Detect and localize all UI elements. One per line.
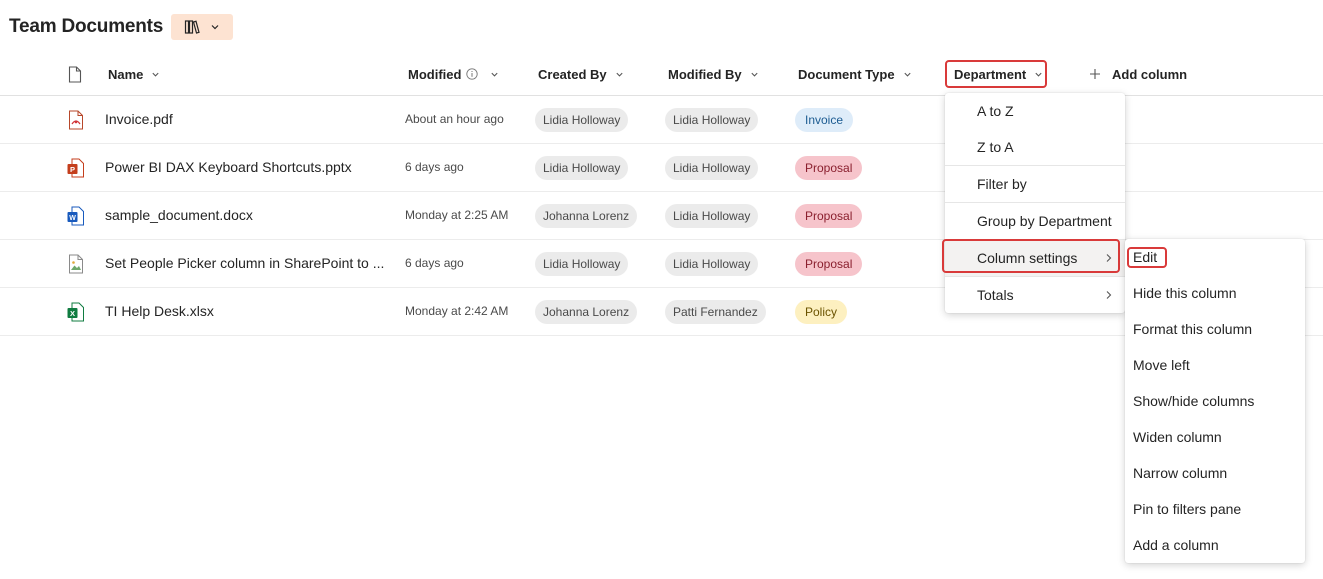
modified-value: 6 days ago xyxy=(405,256,464,270)
created-by-persona[interactable]: Johanna Lorenz xyxy=(535,204,638,228)
add-column-button[interactable]: Add column xyxy=(1089,58,1187,90)
column-settings-label: Column settings xyxy=(977,250,1078,266)
document-type-pill: Invoice xyxy=(795,108,854,132)
modified-value: 6 days ago xyxy=(405,160,464,174)
menu-item-column-settings[interactable]: Column settings xyxy=(945,240,1125,276)
column-context-menu: A to Z Z to A Filter by Group by Departm… xyxy=(945,93,1125,313)
menu-item-filter-by[interactable]: Filter by xyxy=(945,166,1125,202)
info-icon xyxy=(466,68,479,80)
menu-item-group-by-department[interactable]: Group by Department xyxy=(945,203,1125,239)
file-type-column-header[interactable] xyxy=(68,58,82,90)
totals-label: Totals xyxy=(977,287,1014,303)
word-file-icon: W xyxy=(67,206,84,226)
plus-icon xyxy=(1090,69,1100,79)
file-name[interactable]: Invoice.pdf xyxy=(105,111,173,127)
file-name[interactable]: Power BI DAX Keyboard Shortcuts.pptx xyxy=(105,159,352,175)
chevron-down-icon xyxy=(1035,72,1042,77)
library-title: Team Documents xyxy=(9,16,164,37)
chevron-right-icon xyxy=(1106,254,1112,262)
svg-text:X: X xyxy=(70,309,75,318)
chevron-down-icon xyxy=(211,25,219,30)
created-by-persona[interactable]: Johanna Lorenz xyxy=(535,300,638,324)
library-header: Team Documents xyxy=(9,12,234,42)
chevron-down-icon xyxy=(903,72,911,77)
modified-by-persona[interactable]: Patti Fernandez xyxy=(665,300,766,324)
menu-item-z-to-a[interactable]: Z to A xyxy=(945,129,1125,165)
chevron-down-icon xyxy=(616,72,623,77)
file-name[interactable]: sample_document.docx xyxy=(105,207,253,223)
file-name[interactable]: TI Help Desk.xlsx xyxy=(105,303,214,319)
excel-file-icon: X xyxy=(67,302,84,322)
created-by-persona[interactable]: Lidia Holloway xyxy=(535,156,629,180)
document-type-pill: Proposal xyxy=(795,156,863,180)
submenu-item-format-column[interactable]: Format this column xyxy=(1125,311,1305,347)
column-header-document-type-label: Document Type xyxy=(798,66,895,82)
column-header-name[interactable]: Name xyxy=(108,58,160,90)
modified-by-persona[interactable]: Lidia Holloway xyxy=(665,204,759,228)
column-header-modified-label: Modified xyxy=(408,66,462,82)
column-header-created-by[interactable]: Created By xyxy=(538,58,624,90)
document-icon xyxy=(68,65,82,83)
submenu-item-move-left[interactable]: Move left xyxy=(1125,347,1305,383)
menu-item-totals[interactable]: Totals xyxy=(945,277,1125,313)
submenu-item-show-hide-columns[interactable]: Show/hide columns xyxy=(1125,383,1305,419)
column-header-name-label: Name xyxy=(108,66,144,82)
submenu-item-widen-column[interactable]: Widen column xyxy=(1125,419,1305,455)
column-settings-submenu: Edit Hide this column Format this column… xyxy=(1125,239,1305,563)
column-header-modified-by-label: Modified By xyxy=(668,66,742,82)
modified-value: About an hour ago xyxy=(405,112,504,126)
column-header-created-by-label: Created By xyxy=(538,66,607,82)
modified-by-persona[interactable]: Lidia Holloway xyxy=(665,252,759,276)
column-header-modified-by[interactable]: Modified By xyxy=(668,58,759,90)
column-header-modified[interactable]: Modified xyxy=(408,58,499,90)
modified-value: Monday at 2:42 AM xyxy=(405,304,509,318)
submenu-item-pin-to-filters-pane[interactable]: Pin to filters pane xyxy=(1125,491,1305,527)
column-header-document-type[interactable]: Document Type xyxy=(798,58,912,90)
created-by-persona[interactable]: Lidia Holloway xyxy=(535,108,629,132)
chevron-down-icon xyxy=(491,72,499,77)
chevron-down-icon xyxy=(751,72,758,77)
submenu-item-add-a-column[interactable]: Add a column xyxy=(1125,527,1305,563)
add-column-label: Add column xyxy=(1112,66,1188,82)
document-type-pill: Proposal xyxy=(795,252,863,276)
modified-value: Monday at 2:25 AM xyxy=(405,208,509,222)
document-type-pill: Proposal xyxy=(795,204,863,228)
svg-text:W: W xyxy=(69,215,76,222)
column-header-department-label: Department xyxy=(954,66,1027,82)
modified-by-persona[interactable]: Lidia Holloway xyxy=(665,108,759,132)
pdf-file-icon xyxy=(69,110,83,130)
menu-item-a-to-z[interactable]: A to Z xyxy=(945,93,1125,129)
chevron-right-icon xyxy=(1106,291,1112,299)
created-by-persona[interactable]: Lidia Holloway xyxy=(535,252,629,276)
image-file-icon xyxy=(69,254,83,274)
submenu-item-hide-column[interactable]: Hide this column xyxy=(1125,275,1305,311)
column-header-department[interactable]: Department xyxy=(954,58,1043,90)
powerpoint-file-icon: P xyxy=(67,158,84,178)
library-books-icon xyxy=(185,20,200,34)
document-type-pill: Policy xyxy=(795,300,848,324)
view-switcher-button[interactable] xyxy=(171,14,234,40)
svg-text:P: P xyxy=(70,165,75,174)
submenu-item-edit[interactable]: Edit xyxy=(1125,239,1305,275)
submenu-item-narrow-column[interactable]: Narrow column xyxy=(1125,455,1305,491)
chevron-down-icon xyxy=(152,72,160,77)
modified-by-persona[interactable]: Lidia Holloway xyxy=(665,156,759,180)
file-name[interactable]: Set People Picker column in SharePoint t… xyxy=(105,255,384,271)
